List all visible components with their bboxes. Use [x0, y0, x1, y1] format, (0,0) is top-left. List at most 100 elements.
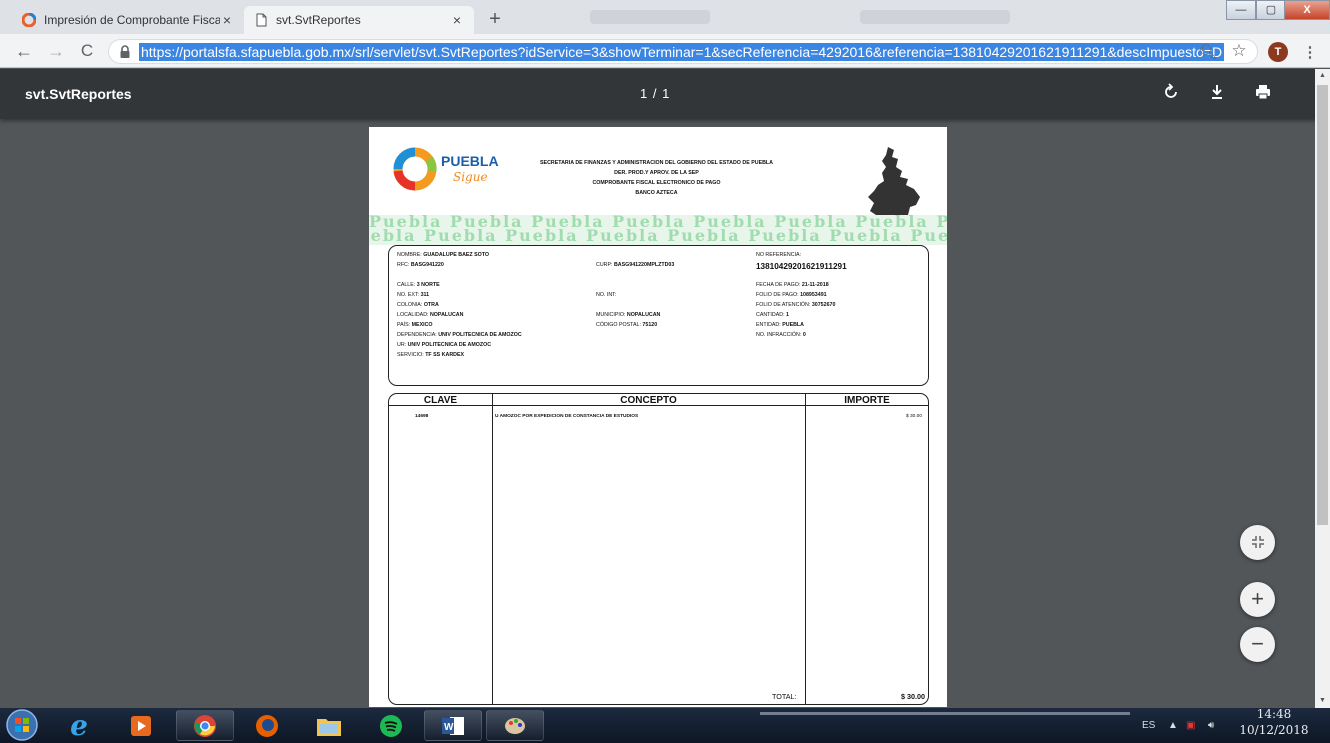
print-icon[interactable] — [1252, 83, 1274, 105]
table-cell-clave: 14698 — [415, 414, 429, 419]
dependencia-field: DEPENDENCIA: UNIV POLITECNICA DE AMOZOC — [397, 332, 522, 338]
localidad-field: LOCALIDAD: NOPALUCAN — [397, 312, 464, 318]
watermark-text: Puebla Puebla Puebla Puebla Puebla Puebl… — [369, 226, 947, 245]
zoom-out-button[interactable]: − — [1240, 627, 1275, 662]
column-header-clave: CLAVE — [423, 395, 458, 406]
document-header: SECRETARIA DE FINANZAS Y ADMINISTRACION … — [524, 158, 789, 198]
cantidad-field: CANTIDAD: 1 — [756, 312, 789, 318]
tab-impresion-comprobante[interactable]: Impresión de Comprobante Fisca × — [12, 6, 244, 34]
scroll-down-arrow-icon[interactable]: ▼ — [1315, 694, 1330, 708]
zoom-in-button[interactable]: + — [1240, 582, 1275, 617]
table-cell-importe: $ 30.00 — [905, 414, 922, 419]
header-line-3: COMPROBANTE FISCAL ELECTRONICO DE PAGO — [592, 180, 721, 186]
puebla-sigue-logo: PUEBLA Sigue — [393, 147, 499, 191]
puebla-favicon-icon — [22, 13, 36, 27]
curp-field: CURP: BASG941220MPLZTD03 — [596, 262, 675, 268]
navigation-bar: ← → C https://portalsfa.sfapuebla.gob.mx… — [0, 34, 1330, 68]
payer-info-box: NOMBRE: GUADALUPE BAEZ SOTO RFC: BASG941… — [388, 245, 929, 386]
blurred-tab-strip — [860, 10, 1010, 24]
tab-title: Impresión de Comprobante Fisca — [44, 13, 220, 27]
codigo-postal-field: CÓDIGO POSTAL: 75120 — [596, 322, 658, 328]
rotate-icon[interactable] — [1160, 83, 1182, 105]
spotify-icon[interactable] — [362, 710, 420, 741]
concept-table: CLAVE CONCEPTO IMPORTE 14698 U AMOZOC PO… — [388, 393, 929, 705]
referencia-label: NO REFERENCIA: — [756, 252, 802, 258]
nombre-field: NOMBRE: GUADALUPE BAEZ SOTO — [397, 252, 490, 258]
address-bar[interactable]: https://portalsfa.sfapuebla.gob.mx/srl/s… — [108, 39, 1258, 64]
folio-pago-field: FOLIO DE PAGO: 108953491 — [756, 292, 827, 298]
new-tab-button[interactable]: + — [482, 8, 508, 30]
file-explorer-icon[interactable] — [300, 710, 358, 741]
clock-time: 14:48 — [1256, 707, 1292, 721]
blurred-tab-strip — [590, 10, 710, 24]
clock-date: 10/12/2018 — [1239, 723, 1309, 737]
header-line-1: SECRETARIA DE FINANZAS Y ADMINISTRACION … — [540, 160, 773, 166]
forward-button[interactable]: → — [46, 41, 66, 61]
taskbar-clock[interactable]: 14:48 10/12/2018 — [1236, 706, 1312, 738]
lock-icon — [120, 44, 130, 58]
word-icon[interactable]: W — [424, 710, 482, 741]
referencia-value: 13810429201621911291 — [756, 262, 847, 271]
tab-close-icon[interactable]: × — [450, 12, 464, 28]
download-icon[interactable] — [1206, 83, 1228, 105]
fecha-pago-field: FECHA DE PAGO: 21-11-2018 — [756, 282, 829, 288]
zoom-icon[interactable]: 🔍︎ — [1198, 43, 1218, 61]
chrome-taskbar-icon[interactable] — [176, 710, 234, 741]
fit-page-icon — [1251, 536, 1264, 548]
pdf-page: PUEBLA Sigue SECRETARIA DE FINANZAS Y AD… — [369, 127, 947, 707]
menu-kebab-icon[interactable]: ⋮ — [1300, 43, 1320, 61]
header-line-2: DER. PROD.Y APROV. DE LA SEP — [614, 170, 699, 176]
entidad-field: ENTIDAD: PUEBLA — [756, 322, 804, 328]
tab-close-icon[interactable]: × — [220, 12, 234, 28]
windows-taskbar: e W ES ▲ ▣ 🔊︎ — [0, 708, 1330, 743]
infraccion-field: NO. INFRACCIÓN: 0 — [756, 332, 806, 338]
ur-field: UR: UNIV POLITECNICA DE AMOZOC — [397, 342, 492, 348]
servicio-field: SERVICIO: TF SS KARDEX — [397, 352, 465, 358]
noext-field: NO. EXT: 311 — [397, 292, 430, 298]
language-indicator[interactable]: ES — [1142, 720, 1155, 731]
column-header-concepto: CONCEPTO — [620, 395, 677, 406]
blurred-taskbar-area — [760, 712, 1130, 715]
window-close-button[interactable]: X — [1284, 0, 1330, 20]
minimize-button[interactable]: — — [1226, 0, 1256, 20]
document-title: svt.SvtReportes — [25, 86, 132, 102]
table-cell-concepto: U AMOZOC POR EXPEDICION DE CONSTANCIA DE… — [495, 414, 639, 419]
paint-icon[interactable] — [486, 710, 544, 741]
scroll-up-arrow-icon[interactable]: ▲ — [1315, 69, 1330, 83]
maximize-button[interactable]: ▢ — [1256, 0, 1286, 20]
volume-icon[interactable]: 🔊︎ — [1208, 720, 1214, 731]
tab-title: svt.SvtReportes — [276, 13, 361, 27]
vertical-scrollbar[interactable]: ▲ ▼ — [1315, 69, 1330, 708]
total-value: $ 30.00 — [901, 692, 925, 701]
column-header-importe: IMPORTE — [844, 395, 890, 406]
colonia-field: COLONIA: OTRA — [397, 302, 439, 308]
logo-text: PUEBLA — [441, 153, 499, 169]
pais-field: PAÍS: MEXICO — [397, 322, 433, 328]
tab-svt-reportes[interactable]: svt.SvtReportes × — [244, 6, 474, 34]
page-indicator: 1 / 1 — [640, 86, 671, 101]
noint-field: NO. INT: — [596, 292, 617, 298]
header-line-4: BANCO AZTECA — [635, 190, 678, 196]
show-hidden-icons-icon[interactable]: ▲ — [1168, 720, 1178, 731]
document-icon — [256, 13, 267, 27]
network-warning-icon[interactable]: ▣ — [1186, 720, 1195, 731]
profile-avatar[interactable]: T — [1268, 42, 1288, 62]
scroll-thumb[interactable] — [1317, 85, 1328, 525]
column-divider — [805, 394, 806, 704]
internet-explorer-icon[interactable]: e — [50, 709, 108, 742]
tab-strip: Impresión de Comprobante Fisca × svt.Svt… — [0, 0, 1330, 34]
fit-to-page-button[interactable] — [1240, 525, 1275, 560]
url-text[interactable]: https://portalsfa.sfapuebla.gob.mx/srl/s… — [139, 42, 1225, 61]
windows-start-icon[interactable] — [4, 708, 40, 743]
column-divider — [492, 394, 493, 704]
calle-field: CALLE: 3 NORTE — [397, 282, 440, 288]
firefox-icon[interactable] — [238, 710, 296, 741]
rfc-field: RFC: BASG941220 — [397, 262, 444, 268]
reload-button[interactable]: C — [77, 41, 97, 61]
media-player-icon[interactable] — [112, 710, 170, 741]
back-button[interactable]: ← — [14, 41, 34, 61]
folio-atencion-field: FOLIO DE ATENCIÓN: 30752670 — [756, 302, 836, 308]
svg-text:W: W — [444, 722, 454, 733]
bookmark-star-icon[interactable]: ☆ — [1229, 41, 1249, 60]
municipio-field: MUNICIPIO: NOPALUCAN — [596, 312, 661, 318]
